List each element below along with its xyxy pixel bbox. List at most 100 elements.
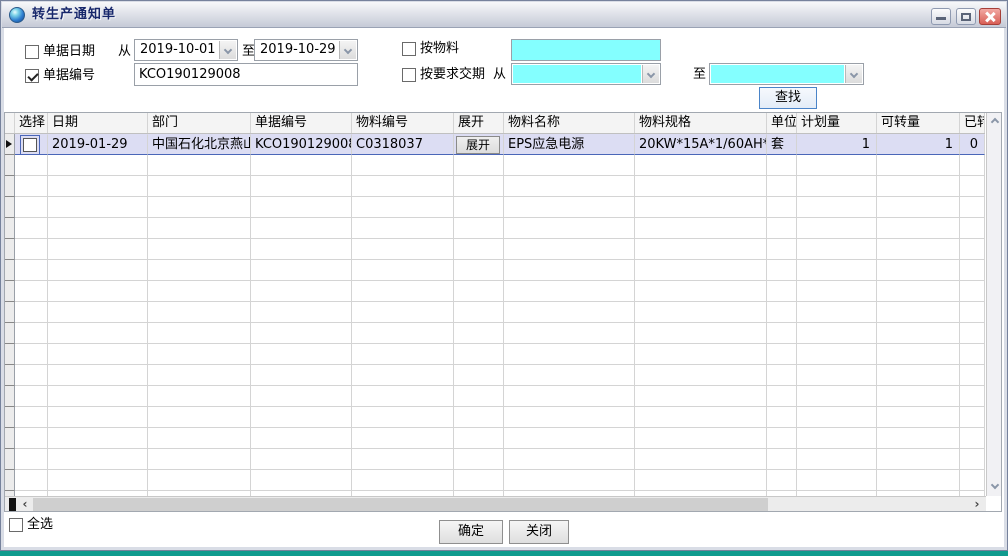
scroll-right-button[interactable]: › xyxy=(970,498,984,512)
cell-transferable-qty xyxy=(877,302,960,323)
cell-doc-no xyxy=(251,407,352,428)
cell-planned-qty[interactable]: 1 xyxy=(797,134,877,155)
cell-unit[interactable]: 套 xyxy=(767,134,797,155)
cell-spec xyxy=(635,218,767,239)
close-button[interactable] xyxy=(979,8,1001,25)
docno-input-value: KCO190129008 xyxy=(139,67,241,82)
row-select-checkbox[interactable] xyxy=(23,138,37,152)
cell-date xyxy=(48,239,148,260)
delivery-from-combobox[interactable] xyxy=(511,63,661,85)
column-header-3[interactable]: 单据编号 xyxy=(251,113,352,133)
material-filter-checkbox[interactable] xyxy=(402,42,416,56)
cell-select xyxy=(15,365,48,386)
select-all-label: 全选 xyxy=(27,517,53,533)
cell-planned-qty xyxy=(797,197,877,218)
docno-filter-label: 单据编号 xyxy=(43,68,95,84)
cell-transferred-qty xyxy=(960,344,985,365)
delivery-to-dropdown-button[interactable] xyxy=(845,65,862,83)
cell-date xyxy=(48,197,148,218)
delivery-to-combobox[interactable] xyxy=(709,63,864,85)
scroll-down-button[interactable] xyxy=(987,479,1002,496)
table-row[interactable]: 2019-01-29中国石化北京燕山KCO190129008C0318037展开… xyxy=(5,134,985,155)
cell-transferable-qty xyxy=(877,260,960,281)
cell-material-name xyxy=(504,470,635,491)
cell-expand[interactable]: 展开 xyxy=(454,134,504,155)
delivery-from-dropdown-button[interactable] xyxy=(642,65,659,83)
cell-department xyxy=(148,281,251,302)
cell-doc-no xyxy=(251,365,352,386)
expand-button[interactable]: 展开 xyxy=(456,136,500,154)
row-selector-cell xyxy=(5,260,15,281)
docno-input[interactable]: KCO190129008 xyxy=(134,63,358,86)
column-header-2[interactable]: 部门 xyxy=(148,113,251,133)
cell-date[interactable]: 2019-01-29 xyxy=(48,134,148,155)
docno-filter-checkbox[interactable] xyxy=(25,69,39,83)
cell-expand xyxy=(454,239,504,260)
cell-expand xyxy=(454,323,504,344)
minimize-button[interactable] xyxy=(931,8,951,25)
cell-select xyxy=(15,281,48,302)
scroll-up-button[interactable] xyxy=(987,113,1002,130)
cell-transferred-qty[interactable]: 0 xyxy=(960,134,985,155)
column-header-9[interactable]: 计划量 xyxy=(797,113,877,133)
column-header-0[interactable]: 选择 xyxy=(15,113,48,133)
date-from-value: 2019-10-01 xyxy=(140,40,217,60)
column-header-1[interactable]: 日期 xyxy=(48,113,148,133)
date-to-combobox[interactable]: 2019-10-29 xyxy=(254,39,358,61)
cell-select xyxy=(15,197,48,218)
column-header-8[interactable]: 单位 xyxy=(767,113,797,133)
cell-doc-no xyxy=(251,281,352,302)
cell-doc-no[interactable]: KCO190129008 xyxy=(251,134,352,155)
cell-select[interactable] xyxy=(15,134,48,155)
cell-date xyxy=(48,428,148,449)
column-header-4[interactable]: 物料编号 xyxy=(352,113,454,133)
date-from-dropdown-button[interactable] xyxy=(219,41,236,59)
maximize-button[interactable] xyxy=(956,8,976,25)
ok-button[interactable]: 确定 xyxy=(439,520,503,544)
delivery-to-label: 至 xyxy=(693,67,706,83)
cell-department[interactable]: 中国石化北京燕山 xyxy=(148,134,251,155)
cell-material-no[interactable]: C0318037 xyxy=(352,134,454,155)
column-header-7[interactable]: 物料规格 xyxy=(635,113,767,133)
scroll-left-button[interactable]: ‹ xyxy=(18,498,32,512)
cell-select xyxy=(15,239,48,260)
cell-expand xyxy=(454,365,504,386)
cell-transferable-qty[interactable]: 1 xyxy=(877,134,960,155)
delivery-from-label: 从 xyxy=(493,67,506,83)
vertical-scrollbar[interactable] xyxy=(986,113,1002,496)
cell-transferred-qty xyxy=(960,428,985,449)
cell-material-no xyxy=(352,323,454,344)
table-row-empty xyxy=(5,218,985,239)
table-row-empty xyxy=(5,323,985,344)
date-to-dropdown-button[interactable] xyxy=(339,41,356,59)
cell-spec xyxy=(635,197,767,218)
cell-department xyxy=(148,449,251,470)
cell-date xyxy=(48,218,148,239)
cell-material-name[interactable]: EPS应急电源 xyxy=(504,134,635,155)
cell-transferred-qty xyxy=(960,386,985,407)
scroll-anchor-block xyxy=(9,498,16,511)
date-filter-checkbox[interactable] xyxy=(25,45,39,59)
column-header-10[interactable]: 可转量 xyxy=(877,113,960,133)
cell-spec xyxy=(635,176,767,197)
date-from-combobox[interactable]: 2019-10-01 xyxy=(134,39,238,61)
horizontal-scrollbar[interactable]: ‹ › xyxy=(5,496,986,512)
select-all-checkbox[interactable] xyxy=(9,518,23,532)
column-header-11[interactable]: 已转 xyxy=(960,113,985,133)
horizontal-scroll-thumb[interactable] xyxy=(33,498,768,511)
cell-doc-no xyxy=(251,176,352,197)
cell-spec[interactable]: 20KW*15A*1/60AH*19 xyxy=(635,134,767,155)
dialog-close-button[interactable]: 关闭 xyxy=(509,520,569,544)
column-header-6[interactable]: 物料名称 xyxy=(504,113,635,133)
date-filter-label: 单据日期 xyxy=(43,44,95,60)
cell-material-no xyxy=(352,428,454,449)
cell-material-name xyxy=(504,428,635,449)
cell-date xyxy=(48,302,148,323)
window-title: 转生产通知单 xyxy=(32,2,116,27)
column-header-5[interactable]: 展开 xyxy=(454,113,504,133)
row-selector-cell xyxy=(5,428,15,449)
material-input[interactable] xyxy=(511,39,661,61)
search-button[interactable]: 查找 xyxy=(759,87,817,109)
delivery-filter-checkbox[interactable] xyxy=(402,68,416,82)
cell-unit xyxy=(767,428,797,449)
